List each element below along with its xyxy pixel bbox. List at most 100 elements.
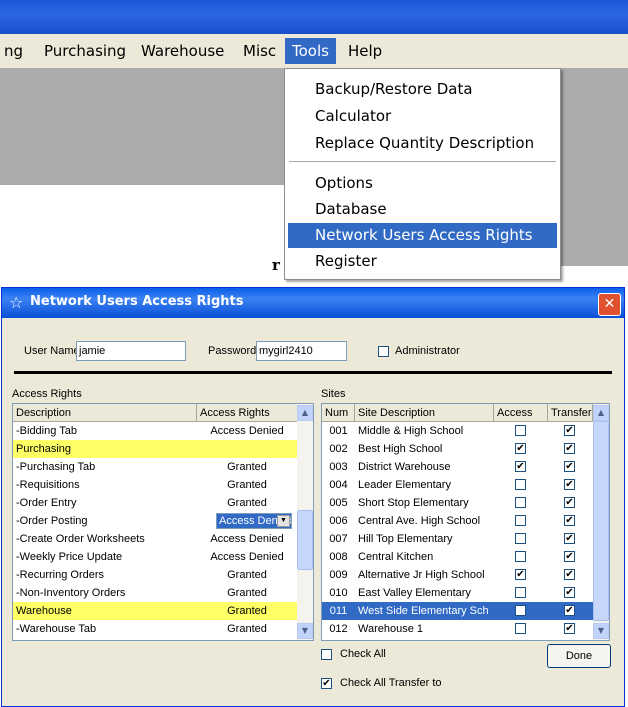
site-description: Central Ave. High School [358,515,481,527]
access-row[interactable]: -Requisitions Granted [13,476,297,494]
check-all-transfer-checkbox[interactable]: ✔ [321,678,332,689]
site-transfer-checkbox[interactable]: ✔ [564,605,575,616]
site-transfer-checkbox[interactable]: ✔ [564,533,575,544]
site-access-checkbox[interactable] [515,497,526,508]
column-header-access[interactable]: Access [494,404,548,422]
site-access-checkbox[interactable] [515,623,526,634]
access-row[interactable]: -Weekly Price Update Access Denied [13,548,297,566]
site-access-checkbox[interactable] [515,515,526,526]
site-row[interactable]: 010 East Valley Elementary ✔ [322,584,593,602]
menu-item-tools[interactable]: Tools [285,38,336,64]
column-header-site-description[interactable]: Site Description [355,404,494,422]
done-button[interactable]: Done [547,644,611,668]
site-transfer-checkbox[interactable]: ✔ [564,443,575,454]
site-row[interactable]: 003 District Warehouse ✔ ✔ [322,458,593,476]
access-row-value[interactable]: Granted [197,476,297,494]
menu-replace-quantity-description[interactable]: Replace Quantity Description [288,131,557,156]
access-row-value[interactable]: Access Denied [197,530,297,548]
access-row[interactable]: -Order Entry Granted [13,494,297,512]
menu-database[interactable]: Database [288,197,557,222]
menu-network-users-access-rights[interactable]: Network Users Access Rights [288,223,557,248]
site-access-checkbox[interactable]: ✔ [515,443,526,454]
check-all-checkbox[interactable] [321,649,332,660]
access-row-value[interactable]: Granted [197,602,297,620]
dialog-title-bar[interactable]: ☆ Network Users Access Rights ✕ [2,288,624,318]
close-button[interactable]: ✕ [598,293,621,316]
site-row[interactable]: 012 Warehouse 1 ✔ [322,620,593,638]
access-row[interactable]: -Bidding Tab Access Denied [13,422,297,440]
scroll-up-arrow-icon[interactable]: ▲ [297,405,313,421]
menu-item-partial[interactable]: ng [4,42,23,60]
sites-scrollbar[interactable]: ▲ ▼ [593,404,609,640]
site-row[interactable]: 002 Best High School ✔ ✔ [322,440,593,458]
site-row[interactable]: 005 Short Stop Elementary ✔ [322,494,593,512]
access-row[interactable]: -Create Order Worksheets Access Denied [13,530,297,548]
access-row-value[interactable]: Access Denied [197,548,297,566]
menu-options[interactable]: Options [288,171,557,196]
access-row[interactable]: -Purchasing Tab Granted [13,458,297,476]
site-access-checkbox[interactable]: ✔ [515,461,526,472]
site-row[interactable]: 009 Alternative Jr High School ✔ ✔ [322,566,593,584]
site-access-checkbox[interactable] [515,533,526,544]
scrollbar-thumb[interactable] [593,421,609,621]
access-row-value[interactable]: Access Denied [197,422,297,440]
user-name-input[interactable]: jamie [76,341,186,361]
access-row[interactable]: -Recurring Orders Granted [13,566,297,584]
scroll-down-arrow-icon[interactable]: ▼ [593,623,609,639]
site-row[interactable]: 004 Leader Elementary ✔ [322,476,593,494]
menu-item-misc[interactable]: Misc [243,42,276,60]
site-row[interactable]: 007 Hill Top Elementary ✔ [322,530,593,548]
access-row[interactable]: -Warehouse Tab Granted [13,620,297,638]
access-row-value[interactable]: Granted [197,494,297,512]
scrollbar-thumb[interactable] [297,510,313,570]
administrator-checkbox[interactable] [378,346,389,357]
site-transfer-checkbox[interactable]: ✔ [564,461,575,472]
access-scrollbar[interactable]: ▲ ▼ [297,404,313,640]
access-row[interactable]: -Order Posting Access Denied ▼ [13,512,297,530]
site-description: Best High School [358,443,443,455]
site-transfer-checkbox[interactable]: ✔ [564,569,575,580]
menu-calculator[interactable]: Calculator [288,104,557,129]
site-access-checkbox[interactable] [515,587,526,598]
site-row[interactable]: 011 West Side Elementary Sch ✔ [322,602,593,620]
menu-item-purchasing[interactable]: Purchasing [44,42,126,60]
access-row[interactable]: Purchasing [13,440,297,458]
site-row[interactable]: 008 Central Kitchen ✔ [322,548,593,566]
access-row-description: -Weekly Price Update [16,551,123,563]
scroll-up-arrow-icon[interactable]: ▲ [593,405,609,421]
access-rights-combo[interactable]: Access Denied ▼ [216,513,292,529]
column-header-transfer[interactable]: Transfer [548,404,593,422]
password-input[interactable]: mygirl2410 [256,341,347,361]
menu-item-warehouse[interactable]: Warehouse [141,42,224,60]
menu-backup-restore[interactable]: Backup/Restore Data [288,77,557,102]
access-row-value[interactable]: Granted [197,584,297,602]
column-header-access-rights[interactable]: Access Rights [197,404,298,422]
site-access-checkbox[interactable] [515,605,526,616]
site-access-checkbox[interactable] [515,551,526,562]
site-transfer-checkbox[interactable]: ✔ [564,587,575,598]
access-row[interactable]: Warehouse Granted [13,602,297,620]
chevron-down-icon[interactable]: ▼ [277,515,290,527]
site-access-checkbox[interactable]: ✔ [515,569,526,580]
site-access-checkbox[interactable] [515,479,526,490]
site-transfer-checkbox[interactable]: ✔ [564,479,575,490]
check-all-transfer-label: Check All Transfer to [340,677,442,689]
site-transfer-checkbox[interactable]: ✔ [564,551,575,562]
site-access-checkbox[interactable] [515,425,526,436]
column-header-description[interactable]: Description [13,404,197,422]
access-row[interactable]: -Non-Inventory Orders Granted [13,584,297,602]
access-row-value[interactable]: Granted [197,458,297,476]
site-transfer-checkbox[interactable]: ✔ [564,515,575,526]
site-transfer-checkbox[interactable]: ✔ [564,425,575,436]
menu-item-help[interactable]: Help [348,42,382,60]
access-row-value[interactable]: Granted [197,620,297,638]
menu-register[interactable]: Register [288,249,557,274]
scroll-down-arrow-icon[interactable]: ▼ [297,623,313,639]
site-row[interactable]: 006 Central Ave. High School ✔ [322,512,593,530]
site-row[interactable]: 001 Middle & High School ✔ [322,422,593,440]
site-transfer-checkbox[interactable]: ✔ [564,623,575,634]
access-row-value[interactable]: Granted [197,566,297,584]
access-row-value[interactable] [197,440,297,458]
site-transfer-checkbox[interactable]: ✔ [564,497,575,508]
column-header-num[interactable]: Num [322,404,355,422]
